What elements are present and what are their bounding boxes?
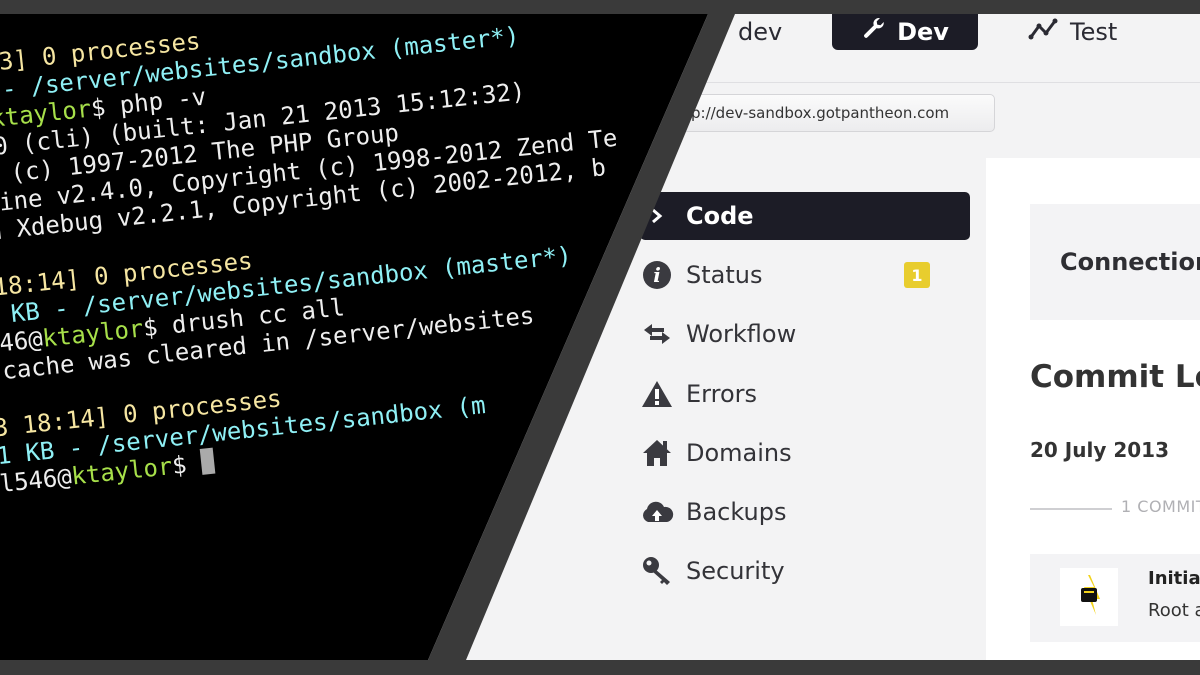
sidebar-item-security[interactable]: Security bbox=[640, 547, 970, 595]
tab-dev[interactable]: Dev bbox=[832, 14, 978, 50]
sidebar-item-label: Status bbox=[686, 261, 763, 289]
sidebar-item-domains[interactable]: Domains bbox=[640, 429, 970, 477]
sidebar-item-label: Code bbox=[686, 202, 754, 230]
commit-author: Root a bbox=[1148, 600, 1200, 621]
sidebar-item-backups[interactable]: Backups bbox=[640, 488, 970, 536]
screenshot-stage: dev Dev Test p://dev-sandbox.gotpantheon… bbox=[0, 14, 1200, 660]
tab-test-label: Test bbox=[1070, 18, 1118, 46]
home-icon bbox=[640, 436, 674, 470]
svg-text:i: i bbox=[653, 263, 661, 287]
fist-lightning-icon bbox=[1074, 573, 1104, 621]
sidebar-item-errors[interactable]: Errors bbox=[640, 370, 970, 418]
commit-count-divider bbox=[1030, 508, 1112, 510]
sidebar-item-code[interactable]: Code bbox=[640, 192, 970, 240]
terminal-cursor bbox=[199, 447, 216, 475]
tab-test[interactable]: Test bbox=[1028, 14, 1117, 50]
commit-date: 20 July 2013 bbox=[1030, 438, 1169, 462]
sidebar-item-label: Domains bbox=[686, 439, 792, 467]
wrench-icon bbox=[861, 16, 887, 48]
status-badge: 1 bbox=[904, 262, 930, 288]
connection-label: Connection bbox=[1060, 248, 1200, 276]
tab-environment[interactable]: dev bbox=[738, 14, 782, 50]
commit-count: 1 COMMIT bbox=[1121, 497, 1200, 516]
tab-environment-label: dev bbox=[738, 18, 783, 46]
sidebar-item-label: Security bbox=[686, 557, 785, 585]
commit-log-title: Commit Log bbox=[1030, 359, 1200, 395]
warning-icon bbox=[640, 377, 674, 411]
info-icon: i bbox=[640, 258, 674, 292]
tab-dev-label: Dev bbox=[897, 18, 949, 46]
connection-box[interactable]: Connection bbox=[1030, 204, 1200, 320]
avatar bbox=[1060, 568, 1118, 626]
sidebar-item-label: Errors bbox=[686, 380, 758, 408]
sidebar-item-status[interactable]: i Status 1 bbox=[640, 251, 970, 299]
terminal-text: el546@ bbox=[0, 462, 74, 500]
sidebar-item-workflow[interactable]: Workflow bbox=[640, 310, 970, 358]
sidebar-item-label: Backups bbox=[686, 498, 787, 526]
arrows-exchange-icon bbox=[640, 317, 674, 351]
sidebar-item-label: Workflow bbox=[686, 320, 797, 348]
cloud-upload-icon bbox=[640, 495, 674, 529]
line-chart-icon bbox=[1028, 18, 1058, 46]
key-icon bbox=[640, 554, 674, 588]
site-url-field[interactable]: p://dev-sandbox.gotpantheon.com bbox=[650, 94, 995, 132]
terminal-text: $ bbox=[170, 449, 203, 480]
commit-message: Initial bbox=[1148, 568, 1200, 589]
site-url-text: p://dev-sandbox.gotpantheon.com bbox=[691, 104, 950, 122]
